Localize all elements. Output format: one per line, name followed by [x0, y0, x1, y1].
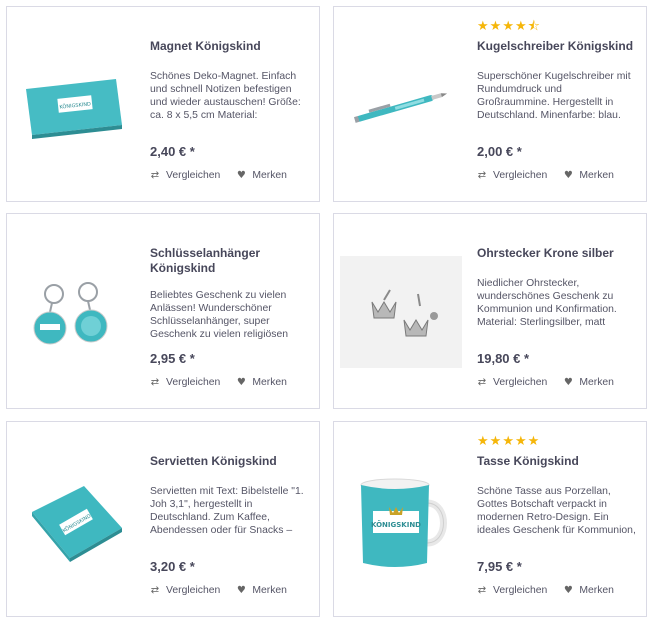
- pen-image: [353, 93, 448, 123]
- product-title[interactable]: Ohrstecker Krone silber: [477, 246, 637, 261]
- product-price: 2,40 € *: [150, 144, 195, 159]
- star-icon: ★: [502, 19, 514, 34]
- compare-button[interactable]: ⇄ Vergleichen: [150, 170, 221, 181]
- compare-icon: ⇄: [477, 585, 487, 596]
- earring-image: [371, 289, 438, 337]
- product-image[interactable]: KÖNIGSKIND: [340, 462, 460, 582]
- product-card[interactable]: KÖNIGSKIND Magnet Königskind Schönes Dek…: [6, 6, 320, 202]
- product-price: 7,95 € *: [477, 559, 522, 574]
- remember-button[interactable]: ♥ Merken: [563, 585, 614, 596]
- compare-label: Vergleichen: [166, 585, 221, 596]
- product-card[interactable]: Schlüsselanhänger Königskind Beliebtes G…: [6, 213, 320, 409]
- product-title[interactable]: Tasse Königskind: [477, 454, 637, 469]
- product-description: Schönes Deko-Magnet. Einfach und schnell…: [150, 71, 301, 121]
- compare-icon: ⇄: [150, 585, 160, 596]
- compare-label: Vergleichen: [493, 585, 548, 596]
- star-icon: ★: [502, 434, 514, 449]
- product-title[interactable]: Magnet Königskind: [150, 39, 310, 54]
- compare-button[interactable]: ⇄ Vergleichen: [477, 377, 548, 388]
- product-description: Schöne Tasse aus Porzellan, Gottes Botsc…: [477, 486, 636, 536]
- compare-icon: ⇄: [150, 377, 160, 388]
- product-image[interactable]: [340, 47, 460, 167]
- mug-label: KÖNIGSKIND: [371, 520, 421, 529]
- remember-label: Merken: [252, 585, 287, 596]
- heart-icon: ♥: [563, 377, 573, 388]
- star-icon: ★: [477, 434, 489, 449]
- remember-button[interactable]: ♥ Merken: [236, 170, 287, 181]
- remember-button[interactable]: ♥ Merken: [236, 585, 287, 596]
- compare-icon: ⇄: [477, 377, 487, 388]
- remember-label: Merken: [579, 377, 614, 388]
- star-icon: ★: [527, 434, 540, 449]
- product-card[interactable]: KÖNIGSKIND ★ ★ ★ ★ ★ Tasse Königskind Schöne…: [333, 421, 647, 617]
- product-price: 2,00 € *: [477, 144, 522, 159]
- product-price: 19,80 € *: [477, 351, 530, 366]
- product-title[interactable]: Kugelschreiber Königskind: [477, 39, 637, 54]
- remember-button[interactable]: ♥ Merken: [236, 377, 287, 388]
- compare-label: Vergleichen: [493, 170, 548, 181]
- remember-label: Merken: [252, 170, 287, 181]
- compare-button[interactable]: ⇄ Vergleichen: [477, 170, 548, 181]
- remember-label: Merken: [579, 170, 614, 181]
- remember-label: Merken: [579, 585, 614, 596]
- heart-icon: ♥: [236, 377, 246, 388]
- star-icon: ★: [489, 19, 502, 34]
- product-card[interactable]: Ohrstecker Krone silber Niedlicher Ohrst…: [333, 213, 647, 409]
- remember-button[interactable]: ♥ Merken: [563, 170, 614, 181]
- product-description: Beliebtes Geschenk zu vielen Anlässen! W…: [150, 290, 289, 340]
- remember-label: Merken: [252, 377, 287, 388]
- magnet-image: KÖNIGSKIND: [26, 79, 122, 139]
- compare-icon: ⇄: [150, 170, 160, 181]
- compare-label: Vergleichen: [493, 377, 548, 388]
- product-description: Servietten mit Text: Bibelstelle "1. Joh…: [150, 486, 304, 536]
- compare-button[interactable]: ⇄ Vergleichen: [150, 585, 221, 596]
- product-image[interactable]: KÖNIGSKIND: [13, 462, 133, 582]
- product-image[interactable]: KÖNIGSKIND: [13, 47, 133, 167]
- napkin-image: KÖNIGSKIND: [32, 486, 122, 562]
- heart-icon: ♥: [563, 170, 573, 181]
- compare-button[interactable]: ⇄ Vergleichen: [477, 585, 548, 596]
- rating-stars: ★ ★ ★ ★ ⯪: [477, 20, 540, 34]
- compare-label: Vergleichen: [166, 377, 221, 388]
- star-icon: ★: [514, 19, 527, 34]
- mug-image: KÖNIGSKIND: [360, 478, 447, 567]
- heart-icon: ♥: [236, 585, 246, 596]
- product-description: Superschöner Kugelschreiber mit Rundumdr…: [477, 71, 631, 121]
- product-card[interactable]: ★ ★ ★ ★ ⯪ Kugelschreiber Königskind Supersch…: [333, 6, 647, 202]
- product-description: Niedlicher Ohrstecker, wunderschönes Ges…: [477, 278, 617, 328]
- product-title[interactable]: Servietten Königskind: [150, 454, 310, 469]
- remember-button[interactable]: ♥ Merken: [563, 377, 614, 388]
- product-price: 2,95 € *: [150, 351, 195, 366]
- star-icon: ★: [477, 19, 489, 34]
- half-star-icon: ⯪: [527, 19, 540, 34]
- heart-icon: ♥: [563, 585, 573, 596]
- compare-button[interactable]: ⇄ Vergleichen: [150, 377, 221, 388]
- keychain-image: [33, 282, 108, 345]
- product-image[interactable]: [13, 254, 133, 374]
- rating-stars: ★ ★ ★ ★ ★: [477, 435, 539, 449]
- star-icon: ★: [489, 434, 502, 449]
- product-image[interactable]: [340, 256, 462, 368]
- heart-icon: ♥: [236, 170, 246, 181]
- compare-label: Vergleichen: [166, 170, 221, 181]
- product-price: 3,20 € *: [150, 559, 195, 574]
- product-card[interactable]: KÖNIGSKIND Servietten Königskind Serviet…: [6, 421, 320, 617]
- star-icon: ★: [514, 434, 527, 449]
- compare-icon: ⇄: [477, 170, 487, 181]
- product-title[interactable]: Schlüsselanhänger Königskind: [150, 246, 310, 276]
